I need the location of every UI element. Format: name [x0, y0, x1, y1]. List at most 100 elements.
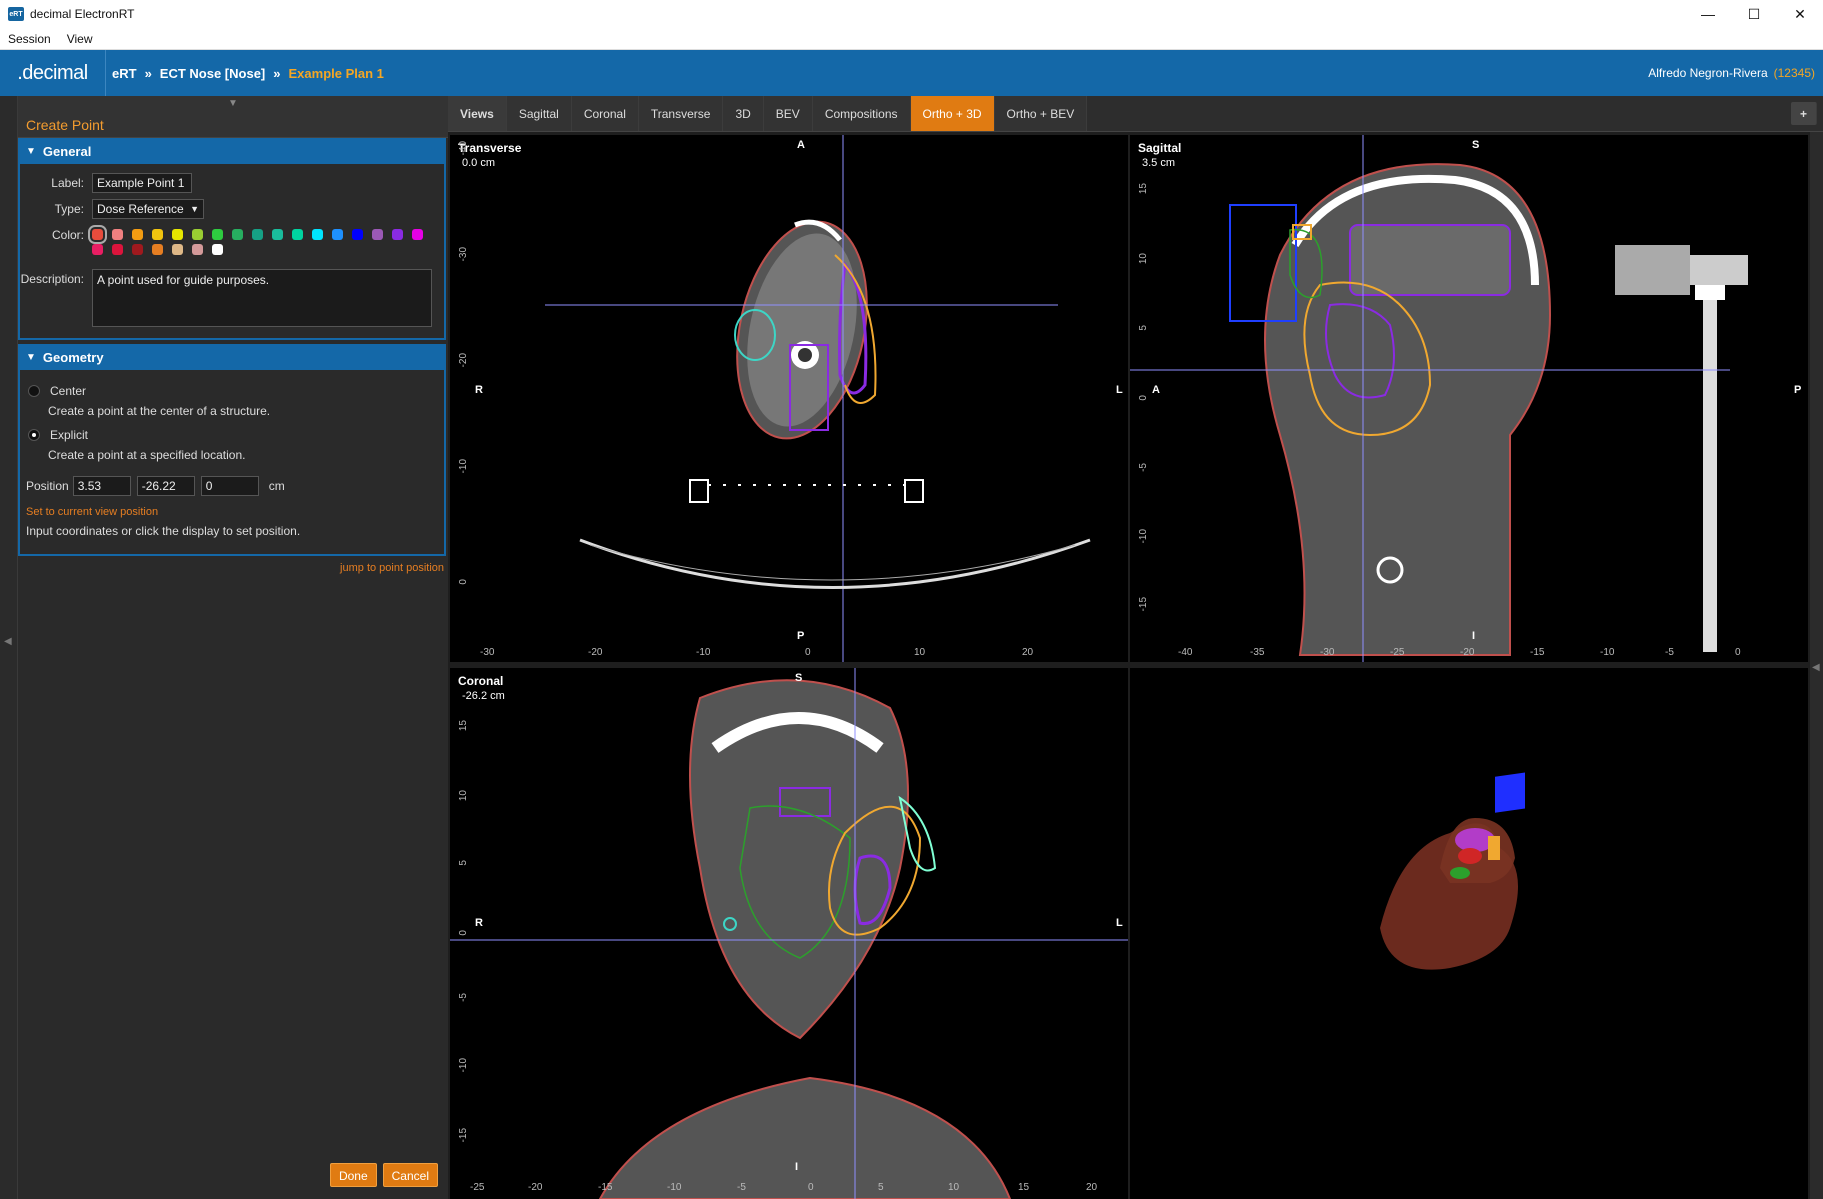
- color-field-label: Color:: [51, 228, 84, 242]
- color-swatch[interactable]: [92, 244, 103, 255]
- color-swatch[interactable]: [172, 229, 183, 240]
- tab-coronal[interactable]: Coronal: [571, 96, 639, 131]
- color-swatch[interactable]: [332, 229, 343, 240]
- decimal-logo[interactable]: .decimal: [0, 50, 106, 96]
- tab-views[interactable]: Views: [448, 96, 507, 131]
- maximize-button[interactable]: ☐: [1731, 0, 1777, 28]
- create-point-panel: ▼ Create Point ▼ General Label: Example …: [18, 96, 448, 1199]
- user-name: Alfredo Negron-Rivera: [1648, 66, 1768, 80]
- position-hint: Input coordinates or click the display t…: [26, 524, 301, 538]
- panel-expand-icon[interactable]: ▼: [18, 96, 448, 112]
- color-swatch[interactable]: [88, 225, 107, 244]
- transverse-viewport[interactable]: Transverse 0.0 cm A P R L -30 -20 -10 0 …: [450, 135, 1128, 662]
- orientation-right: L: [1116, 384, 1123, 396]
- center-description: Create a point at the center of a struct…: [48, 404, 271, 418]
- x-tick: 20: [1022, 647, 1034, 658]
- geometry-section-header[interactable]: ▼ Geometry: [20, 344, 444, 370]
- position-label: Position: [26, 479, 69, 493]
- cancel-button[interactable]: Cancel: [382, 1163, 438, 1187]
- color-swatch[interactable]: [152, 229, 163, 240]
- color-swatch[interactable]: [252, 229, 263, 240]
- position-y-input[interactable]: -26.22: [136, 476, 195, 496]
- geometry-heading: Geometry: [42, 349, 104, 365]
- sagittal-viewport[interactable]: Sagittal 3.5 cm S I A P -40 -35 -30 -25 …: [1130, 135, 1808, 662]
- color-swatch[interactable]: [352, 229, 363, 240]
- orientation-top: S: [1472, 139, 1480, 151]
- sagittal-view-offset: 3.5 cm: [1142, 157, 1176, 169]
- coronal-viewport[interactable]: Coronal -26.2 cm S I R L -25 -20 -15 -10…: [450, 668, 1128, 1199]
- explicit-radio-label[interactable]: Explicit: [50, 428, 88, 442]
- center-radio-label[interactable]: Center: [50, 384, 86, 398]
- coronal-ct-image: [450, 668, 1128, 1199]
- label-input[interactable]: Example Point 1: [92, 173, 192, 193]
- color-swatch[interactable]: [112, 229, 123, 240]
- right-collapse-strip[interactable]: ◀: [1810, 132, 1823, 1199]
- y-tick: 5: [1138, 325, 1149, 331]
- x-tick: 0: [805, 647, 811, 658]
- color-swatch[interactable]: [272, 229, 283, 240]
- collapse-left-icon[interactable]: ◀: [4, 636, 12, 647]
- color-swatch[interactable]: [132, 244, 143, 255]
- y-tick: 15: [458, 720, 469, 732]
- orientation-right: L: [1116, 917, 1123, 929]
- coronal-view-name: Coronal: [458, 674, 504, 688]
- breadcrumb-patient[interactable]: ECT Nose [Nose]: [160, 66, 265, 81]
- tab-transverse[interactable]: Transverse: [638, 96, 724, 131]
- x-tick: -30: [1320, 647, 1335, 658]
- collapse-right-icon[interactable]: ◀: [1812, 662, 1820, 673]
- tab-ortho-bev[interactable]: Ortho + BEV: [994, 96, 1088, 131]
- orientation-bottom: I: [1472, 630, 1476, 642]
- app-header: .decimal eRT » ECT Nose [Nose] » Example…: [0, 50, 1823, 96]
- y-tick: -10: [458, 459, 469, 474]
- position-x-input[interactable]: 3.53: [72, 476, 131, 496]
- close-button[interactable]: ✕: [1777, 0, 1823, 28]
- menu-view[interactable]: View: [59, 32, 101, 46]
- tab-bev[interactable]: BEV: [763, 96, 813, 131]
- left-collapse-strip[interactable]: ◀: [0, 96, 18, 1199]
- app-icon: eRT: [8, 7, 24, 21]
- done-button[interactable]: Done: [329, 1163, 377, 1187]
- color-swatch[interactable]: [212, 244, 223, 255]
- color-swatch[interactable]: [112, 244, 123, 255]
- breadcrumb-plan[interactable]: Example Plan 1: [289, 66, 384, 81]
- color-swatch[interactable]: [292, 229, 303, 240]
- x-tick: -20: [528, 1182, 543, 1193]
- add-view-button[interactable]: +: [1791, 102, 1817, 125]
- minimize-button[interactable]: —: [1685, 0, 1731, 28]
- window-titlebar: eRT decimal ElectronRT — ☐ ✕: [0, 0, 1823, 28]
- color-swatch[interactable]: [172, 244, 183, 255]
- color-swatch[interactable]: [232, 229, 243, 240]
- color-swatch[interactable]: [192, 244, 203, 255]
- color-swatch[interactable]: [372, 229, 383, 240]
- color-swatch[interactable]: [312, 229, 323, 240]
- color-swatch[interactable]: [392, 229, 403, 240]
- position-z-input[interactable]: 0: [200, 476, 259, 496]
- color-swatch[interactable]: [152, 244, 163, 255]
- menu-session[interactable]: Session: [0, 32, 59, 46]
- color-swatch[interactable]: [212, 229, 223, 240]
- orientation-left: A: [1152, 384, 1160, 396]
- set-current-view-position-link[interactable]: Set to current view position: [26, 506, 158, 518]
- 3d-viewport[interactable]: [1130, 668, 1808, 1199]
- sagittal-ct-image: [1130, 135, 1748, 662]
- color-swatch[interactable]: [412, 229, 423, 240]
- x-tick: 20: [1086, 1182, 1098, 1193]
- general-heading: General: [42, 143, 92, 159]
- tab-ortho-3d[interactable]: Ortho + 3D: [910, 96, 995, 131]
- x-tick: -15: [598, 1182, 613, 1193]
- color-swatch[interactable]: [192, 229, 203, 240]
- tab-compositions[interactable]: Compositions: [812, 96, 911, 131]
- breadcrumb-ert[interactable]: eRT: [112, 66, 137, 81]
- general-section-header[interactable]: ▼ General: [20, 138, 444, 164]
- type-select[interactable]: Dose Reference ▼: [92, 199, 204, 219]
- x-tick: -20: [1460, 647, 1475, 658]
- jump-to-point-link[interactable]: jump to point position: [340, 562, 444, 574]
- explicit-radio[interactable]: [28, 429, 40, 441]
- tab-3d[interactable]: 3D: [723, 96, 764, 131]
- center-radio[interactable]: [28, 385, 40, 397]
- tab-sagittal[interactable]: Sagittal: [506, 96, 572, 131]
- color-swatch[interactable]: [132, 229, 143, 240]
- y-tick: -30: [458, 247, 469, 262]
- user-info[interactable]: Alfredo Negron-Rivera (12345): [1648, 50, 1815, 96]
- description-textarea[interactable]: A point used for guide purposes.: [92, 269, 432, 327]
